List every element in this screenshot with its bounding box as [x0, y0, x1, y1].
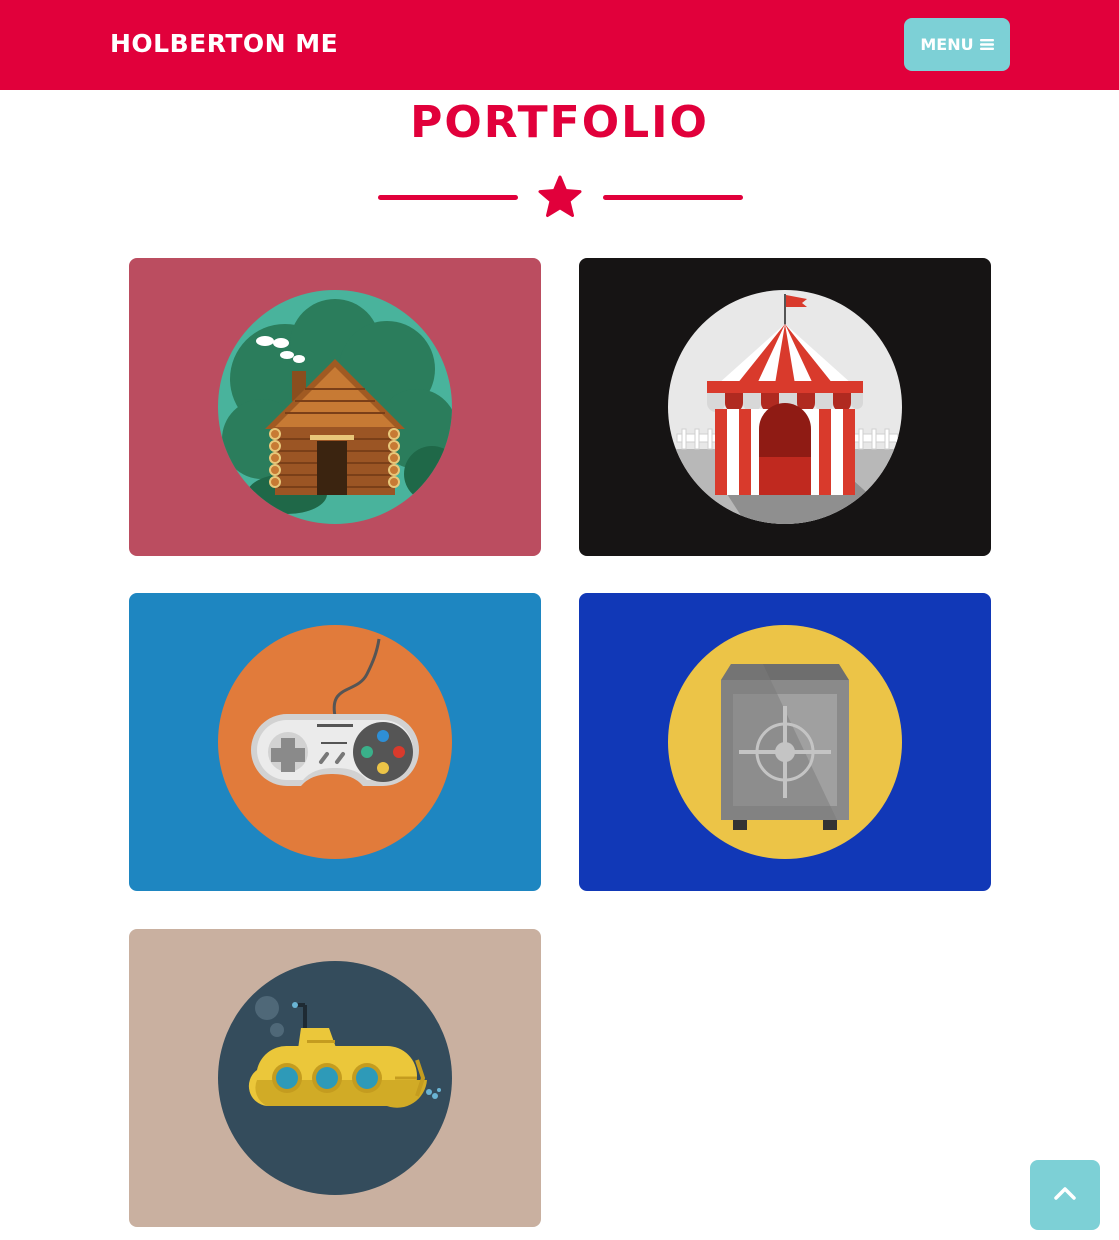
chevron-up-icon	[1053, 1185, 1077, 1205]
game-controller-icon	[218, 625, 452, 859]
bars-icon	[979, 38, 994, 51]
scroll-top-button[interactable]	[1030, 1160, 1100, 1230]
star-icon	[536, 174, 584, 222]
page-title: PORTFOLIO	[410, 97, 709, 148]
menu-button-label: MENU	[920, 35, 974, 54]
portfolio-item-safe[interactable]	[579, 593, 991, 891]
navbar: HOLBERTON ME MENU	[0, 0, 1119, 90]
circus-tent-icon	[668, 290, 902, 524]
submarine-icon	[218, 961, 452, 1195]
portfolio-item-circus[interactable]	[579, 258, 991, 556]
brand-link[interactable]: HOLBERTON ME	[110, 26, 338, 62]
divider-line-right	[603, 195, 743, 200]
portfolio-item-controller[interactable]	[129, 593, 541, 891]
safe-icon	[668, 625, 902, 859]
portfolio-item-cabin[interactable]	[129, 258, 541, 556]
cabin-icon	[218, 290, 452, 524]
menu-button[interactable]: MENU	[904, 18, 1010, 71]
divider-line-left	[378, 195, 518, 200]
portfolio-item-submarine[interactable]	[129, 929, 541, 1227]
